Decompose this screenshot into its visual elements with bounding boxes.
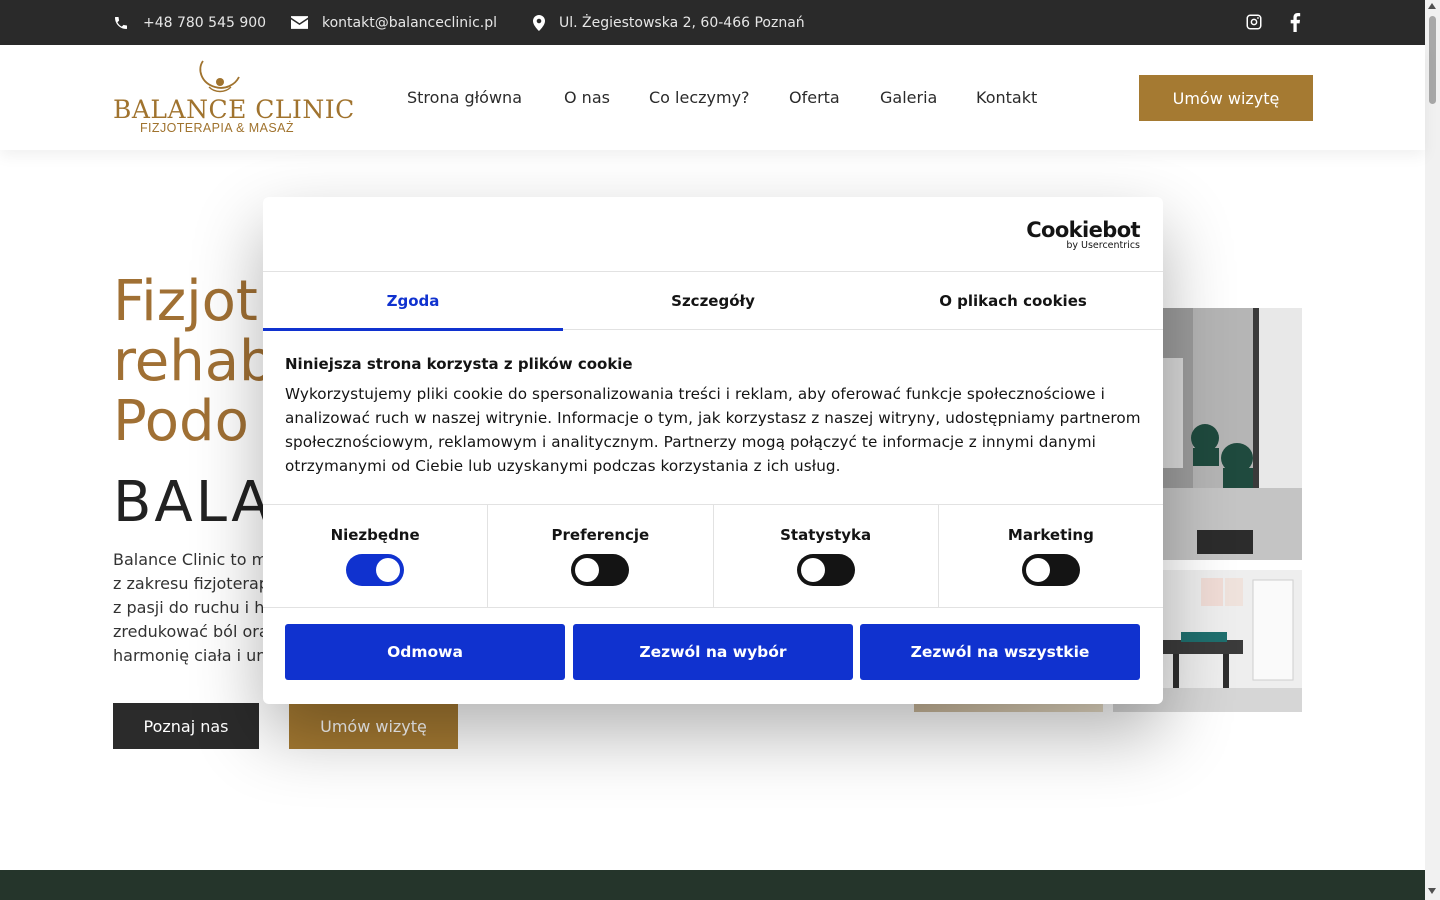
footer-section-band [0,870,1425,900]
scroll-up-arrow-icon[interactable] [1428,3,1436,9]
cookiebot-logo[interactable]: Cookiebot by Usercentrics [1026,219,1140,251]
email-contact[interactable]: kontakt@balanceclinic.pl [291,0,497,45]
facebook-icon [1290,13,1301,32]
phone-number: +48 780 545 900 [143,14,267,31]
category-necessary: Niezbędne [263,505,489,607]
envelope-icon [291,16,308,29]
cookiebot-brand-sub: by Usercentrics [1066,240,1140,251]
nav-item-treatments[interactable]: Co leczymy? [649,88,750,107]
statistics-toggle[interactable] [796,554,855,586]
toggle-knob [1025,558,1050,582]
tab-consent[interactable]: Zgoda [263,272,563,331]
hero-title-line: rehab [113,329,275,394]
hero-title: Fizjot rehab Podo [113,272,275,452]
deny-button[interactable]: Odmowa [285,624,565,680]
toggle-knob [800,558,825,582]
cookie-actions: Odmowa Zezwól na wybór Zezwól na wszystk… [285,624,1141,680]
site-logo[interactable]: BALANCE CLINIC FIZJOTERAPIA & MASAŻ [113,59,354,139]
logo-tagline: FIZJOTERAPIA & MASAŻ [140,121,294,135]
about-us-button[interactable]: Poznaj nas [113,703,259,749]
nav-item-contact[interactable]: Kontakt [976,88,1037,107]
category-label: Preferencje [551,526,650,544]
cookie-dialog-tabs: Zgoda Szczegóły O plikach cookies [263,272,1163,331]
site-header: BALANCE CLINIC FIZJOTERAPIA & MASAŻ Stro… [0,45,1425,150]
category-label: Niezbędne [330,526,420,544]
book-appointment-button[interactable]: Umów wizytę [1139,75,1313,121]
scrollbar-thumb[interactable] [1429,16,1436,104]
cookie-dialog-heading: Niniejsza strona korzysta z plików cooki… [285,355,633,373]
preferences-toggle[interactable] [571,554,630,586]
category-marketing: Marketing [939,505,1163,607]
hero-title-line: Podo [113,389,249,454]
nav-item-offer[interactable]: Oferta [789,88,840,107]
cookie-categories: Niezbędne Preferencje Statystyka Marketi… [263,504,1163,608]
toggle-knob [575,558,600,582]
hero-title-line: Fizjot [113,269,258,334]
page-scrollbar[interactable] [1425,0,1440,900]
hero-book-button[interactable]: Umów wizytę [289,703,458,749]
phone-contact[interactable]: +48 780 545 900 [113,0,266,45]
cookie-dialog-description: Wykorzystujemy pliki cookie do spersonal… [285,385,1141,475]
cookie-dialog-body: Niniejsza strona korzysta z plików cooki… [285,355,1145,478]
category-preferences: Preferencje [488,505,714,607]
toggle-knob [376,558,401,582]
marketing-toggle[interactable] [1021,554,1080,586]
tab-about-cookies[interactable]: O plikach cookies [863,272,1163,330]
address-contact[interactable]: Ul. Żegiestowska 2, 60-466 Poznań [533,0,805,45]
category-label: Statystyka [780,526,872,544]
scroll-down-arrow-icon[interactable] [1428,888,1436,894]
hero-brand-heading: BALA [113,470,273,535]
facebook-link[interactable] [1289,13,1301,36]
instagram-link[interactable] [1245,13,1263,35]
cookie-consent-dialog: Cookiebot by Usercentrics Zgoda Szczegół… [263,197,1163,704]
top-contact-bar: +48 780 545 900 kontakt@balanceclinic.pl… [0,0,1425,45]
cookie-dialog-header: Cookiebot by Usercentrics [263,197,1163,272]
allow-selection-button[interactable]: Zezwól na wybór [573,624,853,680]
address-text: Ul. Żegiestowska 2, 60-466 Poznań [559,14,805,31]
allow-all-button[interactable]: Zezwól na wszystkie [860,624,1140,680]
category-statistics: Statystyka [714,505,939,607]
tab-details[interactable]: Szczegóły [563,272,863,330]
cookiebot-brand: Cookiebot [1026,218,1140,242]
email-address: kontakt@balanceclinic.pl [322,14,497,31]
map-pin-icon [533,14,545,31]
phone-icon [115,16,127,29]
nav-item-gallery[interactable]: Galeria [880,88,937,107]
nav-item-about[interactable]: O nas [564,88,610,107]
logo-mark-icon [199,60,240,93]
category-label: Marketing [1007,526,1094,544]
nav-item-home[interactable]: Strona główna [407,88,522,107]
necessary-toggle[interactable] [346,554,405,586]
logo-name: BALANCE CLINIC [113,95,355,124]
instagram-icon [1246,14,1262,30]
